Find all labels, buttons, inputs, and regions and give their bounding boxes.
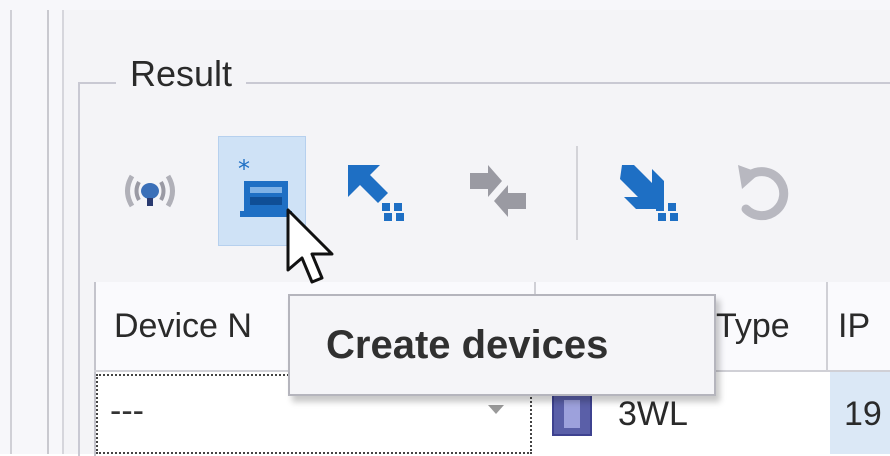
chevron-down-icon[interactable] bbox=[488, 405, 504, 414]
upload-to-device-icon bbox=[348, 165, 404, 221]
upload-button[interactable] bbox=[334, 136, 422, 246]
wireless-signal-icon bbox=[125, 174, 175, 208]
panel-border bbox=[10, 10, 12, 454]
result-group-title: Result bbox=[116, 52, 247, 96]
column-header-ip[interactable]: IP bbox=[828, 282, 890, 370]
result-toolbar: * bbox=[100, 136, 820, 246]
exchange-arrows-icon bbox=[470, 165, 526, 217]
ip-value: 19 bbox=[844, 395, 882, 433]
download-button[interactable] bbox=[604, 136, 692, 246]
create-devices-tooltip: Create devices bbox=[288, 294, 716, 396]
toolbar-separator bbox=[576, 146, 578, 240]
signal-button[interactable] bbox=[106, 136, 194, 246]
exchange-button[interactable] bbox=[454, 136, 542, 246]
download-from-device-icon bbox=[620, 165, 678, 221]
device-type-icon bbox=[552, 392, 592, 436]
mouse-cursor-icon bbox=[286, 208, 334, 284]
panel-border bbox=[47, 10, 49, 454]
undo-button[interactable] bbox=[720, 136, 808, 246]
svg-text:*: * bbox=[238, 155, 250, 183]
undo-icon bbox=[738, 165, 789, 221]
